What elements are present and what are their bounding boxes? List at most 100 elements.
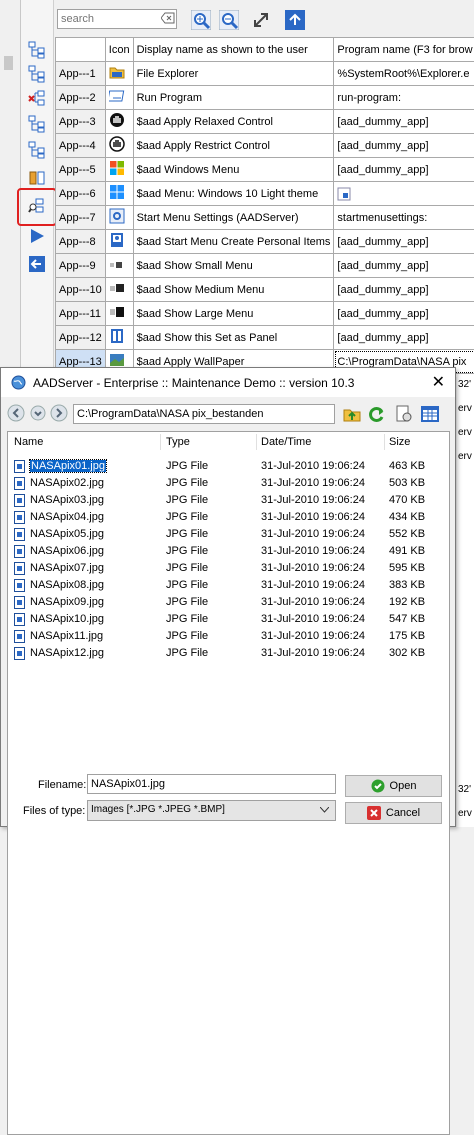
display-name[interactable]: $aad Apply Relaxed Control — [133, 110, 334, 134]
program-name[interactable]: [aad_dummy_app] — [334, 326, 474, 350]
program-name[interactable]: [aad_dummy_app] — [334, 254, 474, 278]
nav-back-icon[interactable] — [7, 404, 25, 422]
program-name[interactable]: [aad_dummy_app] — [334, 158, 474, 182]
file-name[interactable]: NASApix11.jpg — [30, 630, 103, 642]
file-picker-icon[interactable] — [337, 187, 351, 201]
program-name[interactable]: [aad_dummy_app] — [334, 278, 474, 302]
program-name[interactable]: startmenusettings: — [334, 206, 474, 230]
table-row[interactable]: App---12 $aad Show this Set as Panel [aa… — [56, 326, 474, 350]
play-icon[interactable] — [26, 226, 48, 246]
table-row[interactable]: App---9 $aad Show Small Menu [aad_dummy_… — [56, 254, 474, 278]
table-row[interactable]: App---3 $aad Apply Relaxed Control [aad_… — [56, 110, 474, 134]
file-row[interactable]: NASApix10.jpg JPG File 31-Jul-2010 19:06… — [14, 611, 434, 628]
table-row[interactable]: App---1 File Explorer %SystemRoot%\Explo… — [56, 62, 474, 86]
tree-search-icon[interactable] — [26, 196, 48, 216]
table-row[interactable]: App---8 $aad Start Menu Create Personal … — [56, 230, 474, 254]
program-name[interactable]: [aad_dummy_app] — [334, 134, 474, 158]
display-name[interactable]: $aad Menu: Windows 10 Light theme — [133, 182, 334, 206]
file-row[interactable]: NASApix02.jpg JPG File 31-Jul-2010 19:06… — [14, 475, 434, 492]
file-row[interactable]: NASApix01.jpg JPG File 31-Jul-2010 19:06… — [14, 458, 434, 475]
file-row[interactable]: NASApix06.jpg JPG File 31-Jul-2010 19:06… — [14, 543, 434, 560]
column-divider[interactable] — [256, 434, 257, 450]
file-properties-icon[interactable] — [394, 404, 414, 424]
file-name[interactable]: NASApix01.jpg — [30, 460, 106, 472]
file-name[interactable]: NASApix04.jpg — [30, 511, 104, 523]
col-header-id[interactable] — [56, 38, 106, 62]
back-arrow-icon[interactable] — [26, 254, 48, 274]
row-id[interactable]: App---10 — [56, 278, 106, 302]
column-divider[interactable] — [160, 434, 161, 450]
display-name[interactable]: $aad Start Menu Create Personal Items — [133, 230, 334, 254]
program-name[interactable]: run-program: — [334, 86, 474, 110]
file-row[interactable]: NASApix09.jpg JPG File 31-Jul-2010 19:06… — [14, 594, 434, 611]
nav-forward-icon[interactable] — [50, 404, 68, 422]
row-id[interactable]: App---8 — [56, 230, 106, 254]
table-row[interactable]: App---5 $aad Windows Menu [aad_dummy_app… — [56, 158, 474, 182]
col-header-icon[interactable]: Icon — [105, 38, 133, 62]
col-header-display[interactable]: Display name as shown to the user — [133, 38, 334, 62]
edit-pencil-icon[interactable] — [26, 168, 48, 188]
display-name[interactable]: File Explorer — [133, 62, 334, 86]
tree-add-icon[interactable] — [26, 40, 48, 60]
display-name[interactable]: $aad Windows Menu — [133, 158, 334, 182]
tree-move-icon[interactable] — [26, 114, 48, 134]
row-id[interactable]: App---11 — [56, 302, 106, 326]
table-row[interactable]: App---7 Start Menu Settings (AADServer) … — [56, 206, 474, 230]
file-name[interactable]: NASApix06.jpg — [30, 545, 104, 557]
row-id[interactable]: App---1 — [56, 62, 106, 86]
close-icon[interactable]: ✕ — [432, 372, 445, 392]
file-name[interactable]: NASApix05.jpg — [30, 528, 104, 540]
open-button[interactable]: Open — [345, 775, 442, 797]
file-name[interactable]: NASApix12.jpg — [30, 647, 104, 659]
row-id[interactable]: App---5 — [56, 158, 106, 182]
program-name[interactable] — [334, 182, 474, 206]
row-id[interactable]: App---4 — [56, 134, 106, 158]
display-name[interactable]: $aad Show Small Menu — [133, 254, 334, 278]
filetype-select[interactable]: Images [*.JPG *.JPEG *.BMP] — [87, 800, 336, 821]
table-row[interactable]: App---11 $aad Show Large Menu [aad_dummy… — [56, 302, 474, 326]
zoom-out-icon[interactable] — [218, 9, 240, 31]
display-name[interactable]: $aad Show Large Menu — [133, 302, 334, 326]
table-row[interactable]: App---2 Run Program run-program: — [56, 86, 474, 110]
display-name[interactable]: Run Program — [133, 86, 334, 110]
cancel-button[interactable]: Cancel — [345, 802, 442, 824]
row-id[interactable]: App---7 — [56, 206, 106, 230]
file-row[interactable]: NASApix12.jpg JPG File 31-Jul-2010 19:06… — [14, 645, 434, 662]
file-row[interactable]: NASApix03.jpg JPG File 31-Jul-2010 19:06… — [14, 492, 434, 509]
row-id[interactable]: App---2 — [56, 86, 106, 110]
program-name[interactable]: [aad_dummy_app] — [334, 110, 474, 134]
display-name[interactable]: $aad Apply Restrict Control — [133, 134, 334, 158]
file-name[interactable]: NASApix03.jpg — [30, 494, 104, 506]
folder-up-icon[interactable] — [342, 404, 362, 424]
file-name[interactable]: NASApix02.jpg — [30, 477, 104, 489]
program-name[interactable]: [aad_dummy_app] — [334, 230, 474, 254]
table-row[interactable]: App---4 $aad Apply Restrict Control [aad… — [56, 134, 474, 158]
tree-insert-icon[interactable] — [26, 64, 48, 84]
display-name[interactable]: $aad Show this Set as Panel — [133, 326, 334, 350]
display-name[interactable]: $aad Show Medium Menu — [133, 278, 334, 302]
path-field[interactable]: C:\ProgramData\NASA pix_bestanden — [73, 404, 335, 424]
col-header-type[interactable]: Type — [166, 436, 190, 448]
table-row[interactable]: App---10 $aad Show Medium Menu [aad_dumm… — [56, 278, 474, 302]
file-row[interactable]: NASApix11.jpg JPG File 31-Jul-2010 19:06… — [14, 628, 434, 645]
display-name[interactable]: Start Menu Settings (AADServer) — [133, 206, 334, 230]
col-header-date[interactable]: Date/Time — [261, 436, 311, 448]
file-row[interactable]: NASApix05.jpg JPG File 31-Jul-2010 19:06… — [14, 526, 434, 543]
program-name[interactable]: %SystemRoot%\Explorer.e — [334, 62, 474, 86]
file-row[interactable]: NASApix07.jpg JPG File 31-Jul-2010 19:06… — [14, 560, 434, 577]
view-mode-icon[interactable] — [420, 404, 440, 424]
refresh-icon[interactable] — [367, 404, 387, 424]
row-id[interactable]: App---9 — [56, 254, 106, 278]
column-divider[interactable] — [384, 434, 385, 450]
file-name[interactable]: NASApix08.jpg — [30, 579, 104, 591]
row-id[interactable]: App---6 — [56, 182, 106, 206]
col-header-size[interactable]: Size — [389, 436, 410, 448]
file-row[interactable]: NASApix04.jpg JPG File 31-Jul-2010 19:06… — [14, 509, 434, 526]
zoom-in-icon[interactable] — [190, 9, 212, 31]
program-name[interactable]: [aad_dummy_app] — [334, 302, 474, 326]
table-row[interactable]: App---6 $aad Menu: Windows 10 Light them… — [56, 182, 474, 206]
file-row[interactable]: NASApix08.jpg JPG File 31-Jul-2010 19:06… — [14, 577, 434, 594]
file-name[interactable]: NASApix07.jpg — [30, 562, 104, 574]
dialog-title-bar[interactable]: AADServer - Enterprise :: Maintenance De… — [1, 368, 455, 397]
expand-icon[interactable] — [250, 9, 272, 31]
